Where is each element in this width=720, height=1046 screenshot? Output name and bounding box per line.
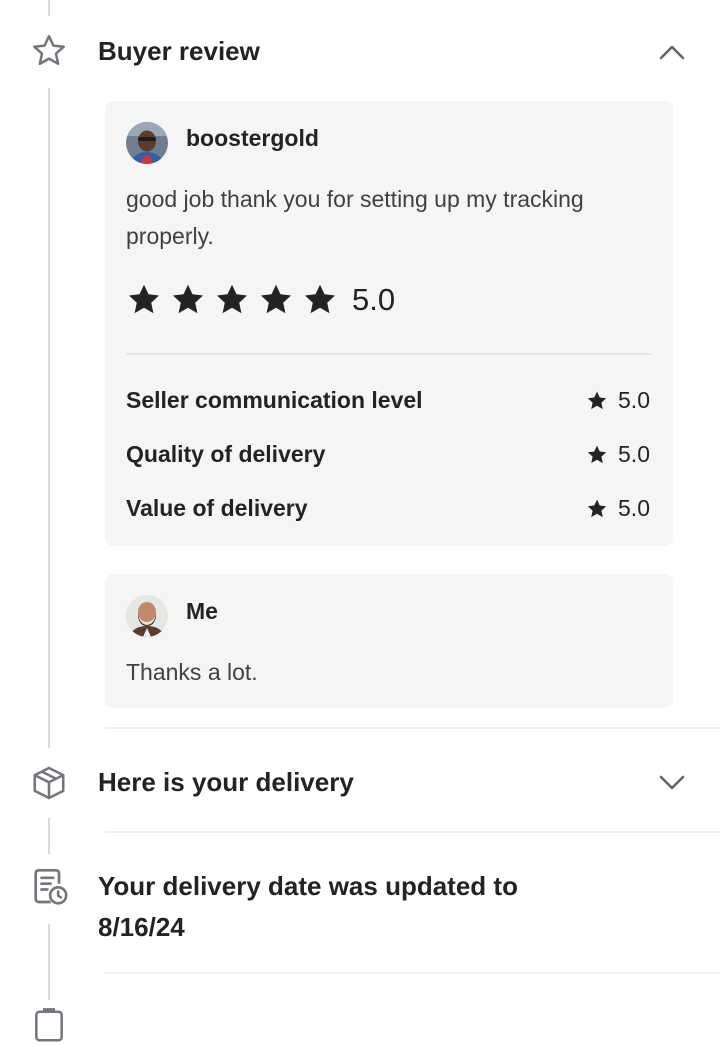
timeline-line-delivery — [48, 818, 50, 854]
review-rating: 5.0 — [126, 282, 395, 318]
star-icon — [217, 284, 247, 314]
timeline-line-date — [48, 924, 50, 1000]
reply-username[interactable]: Me — [186, 598, 218, 625]
criteria-score-quality: 5.0 — [586, 441, 650, 468]
review-divider — [126, 353, 652, 355]
criteria-label-quality: Quality of delivery — [126, 441, 326, 467]
review-card — [105, 101, 673, 546]
criteria-score-value: 5.0 — [618, 441, 650, 467]
star-icon — [587, 445, 607, 463]
timeline-line-top — [48, 0, 50, 16]
chevron-down-icon[interactable] — [656, 766, 688, 798]
criteria-score-value: 5.0 — [618, 387, 650, 413]
star-icon — [305, 284, 335, 314]
review-text: good job thank you for setting up my tra… — [126, 186, 584, 249]
star-icon — [587, 499, 607, 517]
buyer-review-title[interactable]: Buyer review — [98, 31, 260, 72]
avatar — [126, 595, 168, 637]
document-clock-icon — [29, 867, 69, 907]
delivery-title[interactable]: Here is your delivery — [98, 762, 354, 803]
timeline-line-review — [48, 88, 50, 748]
overall-score: 5.0 — [352, 282, 396, 317]
star-icon — [261, 284, 291, 314]
star-icon — [129, 284, 159, 314]
criteria-score-value: 5.0 — [618, 495, 650, 521]
star-icon — [587, 391, 607, 409]
section-divider — [105, 972, 720, 974]
reply-text: Thanks a lot. — [126, 659, 258, 685]
criteria-label-value: Value of delivery — [126, 495, 308, 521]
next-item-icon — [29, 1006, 69, 1046]
section-divider — [105, 727, 720, 729]
reviewer-username[interactable]: boostergold — [186, 125, 319, 152]
delivery-date-title: Your delivery date was updated to 8/16/2… — [98, 871, 518, 942]
criteria-score-communication: 5.0 — [586, 387, 650, 414]
criteria-score-value: 5.0 — [586, 495, 650, 522]
star-icon — [173, 284, 203, 314]
package-icon — [29, 763, 69, 803]
criteria-label-communication: Seller communication level — [126, 387, 423, 413]
chevron-up-icon[interactable] — [656, 36, 688, 68]
section-divider — [105, 831, 720, 833]
star-outline-icon — [29, 31, 69, 71]
avatar — [126, 122, 168, 164]
